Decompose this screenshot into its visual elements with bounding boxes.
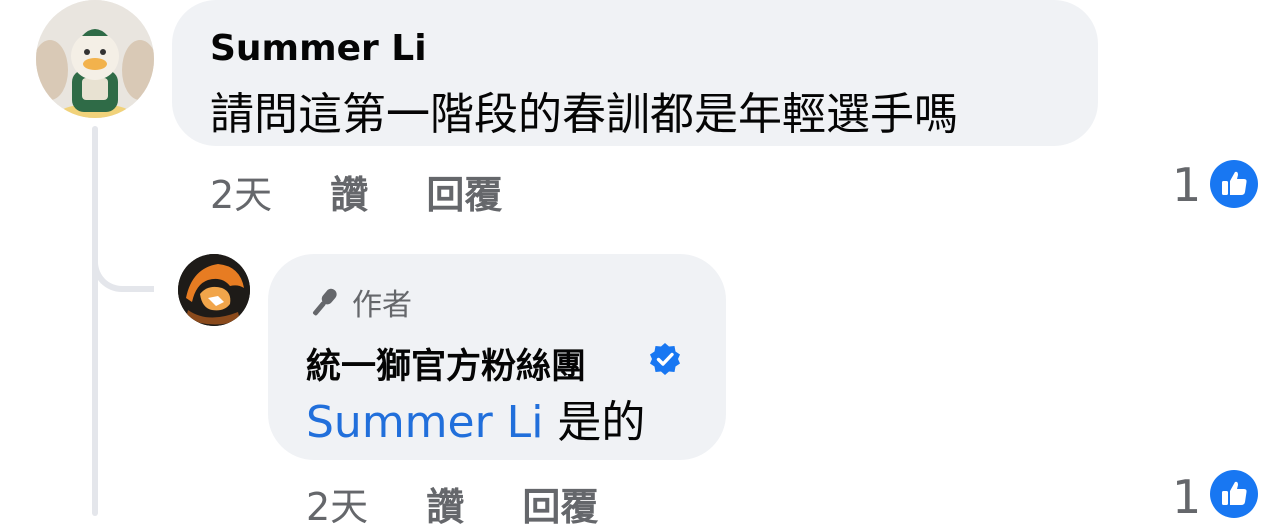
like-button[interactable]: 讚 xyxy=(330,173,368,217)
reply-button[interactable]: 回覆 xyxy=(522,485,598,529)
mention-link[interactable]: Summer Li xyxy=(306,397,543,448)
comment-text: 請問這第一階段的春訓都是年輕選手嗎 xyxy=(210,89,958,140)
lion-logo-avatar-image xyxy=(178,254,250,326)
thumbs-up-icon[interactable] xyxy=(1210,470,1258,518)
duck-mascot-avatar-image xyxy=(36,0,154,118)
reply-author-name[interactable]: 統一獅官方粉絲團 xyxy=(306,338,586,389)
thumbs-up-icon[interactable] xyxy=(1210,160,1258,208)
avatar[interactable] xyxy=(178,254,250,326)
reply-button[interactable]: 回覆 xyxy=(426,173,502,217)
reply-body: 是的 xyxy=(543,397,646,448)
author-badge-label: 作者 xyxy=(352,288,412,323)
reaction-count[interactable]: 1 xyxy=(1172,158,1201,212)
author-badge: 作者 xyxy=(306,280,412,324)
comment-timestamp[interactable]: 2天 xyxy=(210,173,272,217)
reply-actions: 2天 讚 回覆 xyxy=(306,476,598,531)
verified-badge-icon xyxy=(650,343,680,375)
comment-author-name[interactable]: Summer Li xyxy=(210,28,427,69)
comment-actions: 2天 讚 回覆 xyxy=(210,164,502,219)
avatar[interactable] xyxy=(36,0,154,118)
reply-text: Summer Li 是的 xyxy=(306,386,645,450)
thread-line xyxy=(92,126,98,516)
reply-timestamp[interactable]: 2天 xyxy=(306,485,368,529)
microphone-icon xyxy=(313,288,337,316)
thread-connector xyxy=(92,222,154,292)
like-button[interactable]: 讚 xyxy=(426,485,464,529)
